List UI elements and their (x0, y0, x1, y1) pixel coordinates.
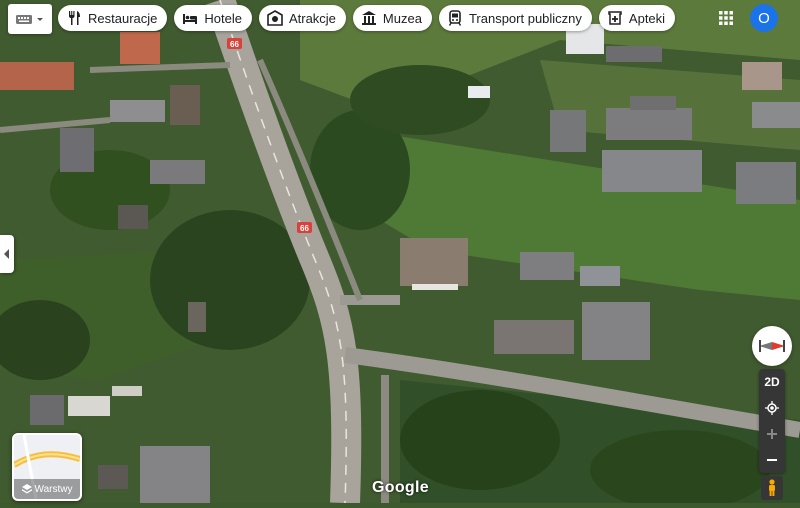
apps-grid-icon (719, 11, 733, 25)
google-logo: Google (372, 479, 429, 496)
transit-icon (448, 10, 462, 26)
view-mode-label: 2D (764, 375, 780, 389)
account-avatar[interactable]: O (750, 4, 778, 32)
street-view-pegman[interactable] (761, 476, 783, 500)
chevron-left-icon (4, 249, 9, 259)
chip-pharmacies[interactable]: Apteki (598, 5, 676, 31)
google-apps-button[interactable] (714, 6, 738, 30)
category-chips: Restauracje Hotele Atrakcje Muzea Transp… (58, 5, 676, 31)
chip-label: Apteki (628, 10, 666, 26)
chevron-down-icon (37, 18, 43, 21)
chip-label: Muzea (382, 10, 422, 26)
layers-button[interactable]: Warstwy (12, 433, 82, 501)
my-location-button[interactable] (759, 395, 785, 421)
chip-restaurants[interactable]: Restauracje (58, 5, 168, 31)
layers-label: Warstwy (34, 483, 73, 495)
layers-icon (21, 484, 32, 494)
chip-museums[interactable]: Muzea (352, 5, 432, 31)
pegman-icon (769, 479, 775, 496)
chip-attractions[interactable]: Atrakcje (258, 5, 346, 31)
chip-label: Atrakcje (288, 10, 336, 26)
museum-icon (361, 11, 376, 25)
collapse-side-panel-button[interactable] (0, 235, 14, 273)
attraction-icon (267, 10, 283, 26)
route-shield-66-middle: 66 (297, 222, 312, 233)
svg-text:66: 66 (230, 40, 239, 49)
svg-text:66: 66 (300, 224, 309, 233)
compass-icon (759, 340, 785, 352)
view-mode-toggle[interactable]: 2D (759, 369, 785, 395)
pharmacy-icon (608, 11, 622, 25)
avatar-initial: O (758, 9, 770, 27)
chip-label: Restauracje (88, 10, 158, 26)
layers-label-row: Warstwy (14, 479, 80, 499)
chip-hotels[interactable]: Hotele (174, 5, 252, 31)
satellite-map[interactable]: 66 66 (0, 0, 800, 508)
chip-label: Hotele (204, 10, 242, 26)
zoom-out-button[interactable] (759, 447, 785, 473)
compass-button[interactable] (752, 326, 792, 366)
minus-icon (767, 459, 777, 461)
map-controls: 2D (759, 369, 785, 473)
restaurant-icon (69, 11, 80, 25)
keyboard-icon (16, 15, 43, 24)
hotel-icon (183, 14, 198, 24)
chip-label: Transport publiczny (468, 10, 582, 26)
zoom-in-button[interactable] (759, 421, 785, 447)
keyboard-menu-button[interactable] (8, 4, 52, 34)
route-shield-66-top: 66 (227, 38, 242, 49)
my-location-icon (765, 401, 779, 415)
plus-icon (767, 429, 777, 439)
chip-public-transport[interactable]: Transport publiczny (438, 5, 592, 31)
